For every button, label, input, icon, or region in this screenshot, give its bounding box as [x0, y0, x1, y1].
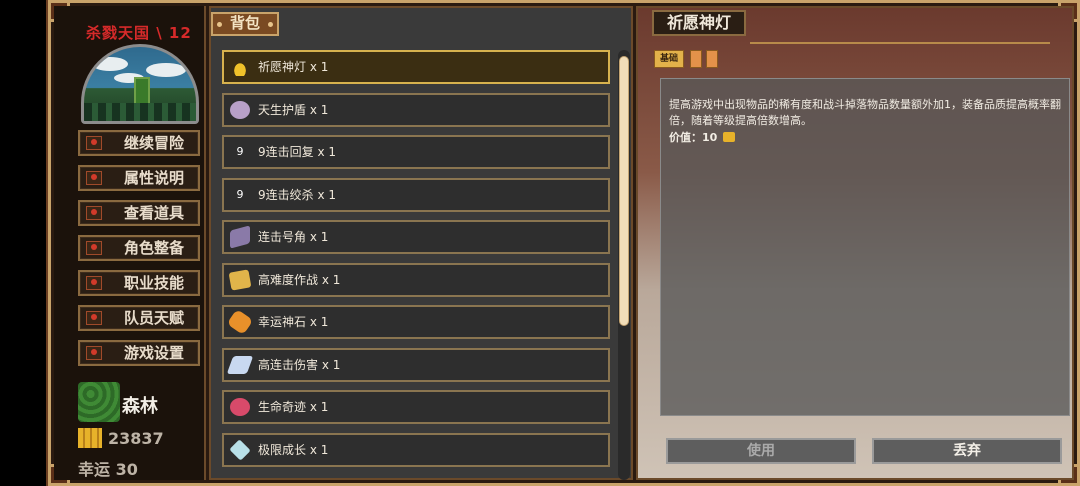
ornament-dot-icon [217, 22, 222, 27]
tab-label: 背包 [229, 14, 260, 32]
main-menu: 继续冒险 属性说明 查看道具 角色整备 职业技能 队员天赋 游戏设置 [78, 130, 204, 375]
tab-extra-1[interactable] [690, 50, 702, 68]
left-panel: 杀戮天国 \ 12 继续冒险 属性说明 查看道具 角色整备 职业技能 队员天赋 … [54, 6, 206, 480]
red-emblem-icon [86, 136, 102, 150]
scrollbar-thumb[interactable] [619, 56, 629, 326]
item-description: 提高游戏中出现物品的稀有度和战斗掉落物品数量额外加1，装备品质提高概率翻倍，随着… [669, 98, 1061, 127]
item-value: 价值：10 [669, 129, 736, 145]
gem-icon [229, 438, 251, 461]
list-item[interactable]: 高连击伤害 x 1 [222, 347, 610, 382]
tab-basic[interactable]: 基础 [654, 50, 684, 68]
red-emblem-icon [86, 206, 102, 220]
backpack-panel: 背包 祈愿神灯 x 1 天生护盾 x 1 9 9连击回复 x 1 9 9连击绞杀… [209, 6, 633, 480]
life-orb-icon [230, 398, 250, 416]
list-item[interactable]: 生命奇迹 x 1 [222, 390, 610, 424]
list-item[interactable]: 极限成长 x 1 [222, 432, 610, 467]
menu-character-prep-button[interactable]: 角色整备 [78, 235, 200, 261]
item-detail-panel: 祈愿神灯 基础 提高游戏中出现物品的稀有度和战斗掉落物品数量额外加1，装备品质提… [636, 6, 1074, 480]
location-name: 森林 [122, 396, 158, 417]
item-label: 天生护盾 x 1 [258, 102, 329, 117]
menu-label: 队员天赋 [123, 309, 184, 327]
value-label: 价值：10 [669, 131, 718, 144]
list-item[interactable]: 9 9连击绞杀 x 1 [222, 177, 610, 212]
title-divider [750, 42, 1050, 44]
item-label: 9连击绞杀 x 1 [258, 187, 337, 202]
list-item[interactable]: 连击号角 x 1 [222, 220, 610, 254]
coin-icon [723, 132, 736, 142]
list-item[interactable]: 9 9连击回复 x 1 [222, 135, 610, 169]
gold-amount: 23837 [108, 429, 164, 448]
item-label: 极限成长 x 1 [258, 442, 329, 457]
horn-icon [230, 225, 250, 249]
list-item[interactable]: 祈愿神灯 x 1 [222, 50, 610, 84]
menu-label: 查看道具 [123, 204, 184, 222]
shield-orb-icon [230, 100, 250, 119]
menu-attribute-info-button[interactable]: 属性说明 [78, 165, 200, 191]
item-label: 高难度作战 x 1 [258, 272, 341, 287]
red-emblem-icon [86, 311, 102, 325]
nine-glyph-icon: 9 [236, 187, 244, 201]
description-box: 提高游戏中出现物品的稀有度和战斗掉落物品数量额外加1，装备品质提高概率翻倍，随着… [660, 78, 1070, 416]
red-emblem-icon [86, 241, 102, 255]
use-button[interactable]: 使用 [666, 438, 856, 464]
menu-label: 属性说明 [123, 169, 184, 187]
menu-label: 游戏设置 [123, 344, 184, 362]
scroll-map-icon [228, 268, 252, 291]
item-list: 祈愿神灯 x 1 天生护盾 x 1 9 9连击回复 x 1 9 9连击绞杀 x … [222, 50, 610, 475]
item-title: 祈愿神灯 [652, 10, 746, 36]
red-emblem-icon [86, 276, 102, 290]
list-item[interactable]: 高难度作战 x 1 [222, 262, 610, 297]
item-label: 9连击回复 x 1 [258, 145, 337, 159]
tab-backpack[interactable]: 背包 [211, 12, 279, 36]
tab-extra-2[interactable] [706, 50, 718, 68]
menu-label: 角色整备 [123, 239, 184, 257]
item-label: 生命奇迹 x 1 [258, 400, 329, 414]
menu-team-talents-button[interactable]: 队员天赋 [78, 305, 200, 331]
stage-title: 杀戮天国 \ 12 [86, 24, 192, 42]
menu-view-items-button[interactable]: 查看道具 [78, 200, 200, 226]
nine-glyph-icon: 9 [236, 145, 244, 158]
menu-game-settings-button[interactable]: 游戏设置 [78, 340, 200, 366]
item-label: 高连击伤害 x 1 [258, 357, 341, 372]
item-label: 祈愿神灯 x 1 [258, 60, 329, 74]
red-emblem-icon [86, 171, 102, 185]
luck-stat: 幸运 30 [78, 460, 138, 479]
item-label: 幸运神石 x 1 [258, 315, 329, 329]
menu-label: 继续冒险 [123, 134, 184, 152]
crystal-card-icon [226, 355, 254, 374]
item-label: 连击号角 x 1 [258, 230, 329, 244]
menu-continue-adventure-button[interactable]: 继续冒险 [78, 130, 200, 156]
lucky-stone-icon [226, 308, 254, 336]
red-emblem-icon [86, 346, 102, 360]
gold-coins-icon [78, 428, 102, 448]
forest-tile-icon [78, 382, 120, 422]
list-item[interactable]: 天生护盾 x 1 [222, 92, 610, 127]
menu-label: 职业技能 [123, 274, 184, 292]
magic-lamp-icon [230, 58, 250, 76]
list-item[interactable]: 幸运神石 x 1 [222, 305, 610, 339]
hero-portrait [81, 44, 199, 124]
ornament-dot-icon [268, 22, 273, 27]
discard-button[interactable]: 丢弃 [872, 438, 1062, 464]
menu-class-skills-button[interactable]: 职业技能 [78, 270, 200, 296]
